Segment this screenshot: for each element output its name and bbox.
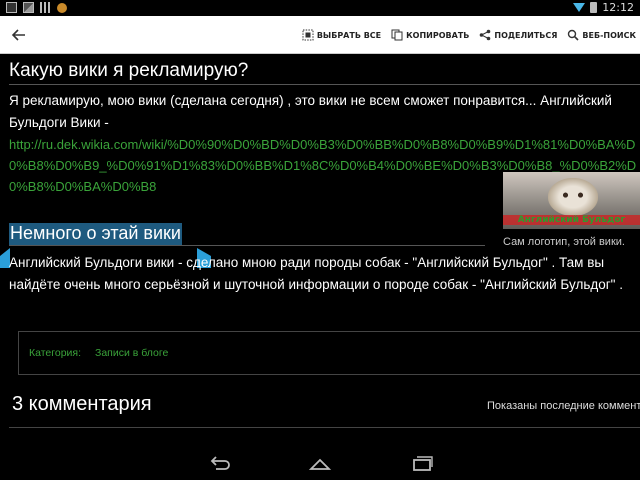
copy-icon [391,29,403,41]
category-label: Категория: [29,347,82,359]
post-title: Какую вики я рекламирую? [9,60,249,81]
comments-heading: 3 комментария [12,393,152,415]
gallery-notification-icon [23,2,34,13]
nav-recents-button[interactable] [408,453,436,475]
logo-text: Английский Бульдог [503,215,640,225]
battery-icon [590,2,598,13]
system-icons: 12:12 [573,1,634,14]
copy-button[interactable]: КОПИРОВАТЬ [391,29,469,41]
notification-icons [6,2,67,13]
comments-divider [9,427,640,428]
wiki-logo-image[interactable]: Английский Бульдог [503,172,640,229]
barcode-notification-icon [40,2,51,13]
wifi-icon [573,3,586,12]
nav-home-button[interactable] [306,453,334,475]
post-paragraph-2: Английский Бульдоги вики - сделано мною … [9,255,623,292]
search-icon [568,29,579,41]
app-notification-icon [57,3,67,13]
nav-back-icon [210,456,230,470]
share-icon [480,29,491,41]
select-all-button[interactable]: ВЫБРАТЬ ВСЕ [302,29,381,41]
select-all-icon [302,29,314,41]
image-notification-icon [6,2,17,13]
nav-home-icon [308,458,332,470]
category-link[interactable]: Записи в блоге [95,347,168,359]
web-content[interactable]: Какую вики я рекламирую? Я рекламирую, м… [0,55,640,447]
navigation-bar [0,447,640,480]
comments-note: Показаны последние коммент [487,400,640,412]
title-divider [9,84,640,85]
status-bar: 12:12 [0,0,640,16]
nav-back-button[interactable] [206,453,234,475]
clock: 12:12 [602,1,634,14]
post-paragraph-1: Я рекламирую, мою вики (сделана сегодня)… [9,93,612,130]
web-search-button[interactable]: ВЕБ-ПОИСК [567,29,636,41]
nav-recents-icon [413,456,433,471]
bulldog-picture [548,178,598,216]
section-divider [9,245,485,246]
logo-caption: Сам логотип, этой вики. [503,236,625,248]
category-box: Категория: Записи в блоге [18,331,640,375]
selection-action-bar: ВЫБРАТЬ ВСЕ КОПИРОВАТЬ ПОДЕЛИТЬСЯ ВЕБ-ПО… [0,16,640,54]
arrow-left-icon [11,29,25,41]
selected-section-heading[interactable]: Немного о этай вики [9,223,182,245]
share-button[interactable]: ПОДЕЛИТЬСЯ [479,29,557,41]
back-button[interactable] [8,24,30,46]
